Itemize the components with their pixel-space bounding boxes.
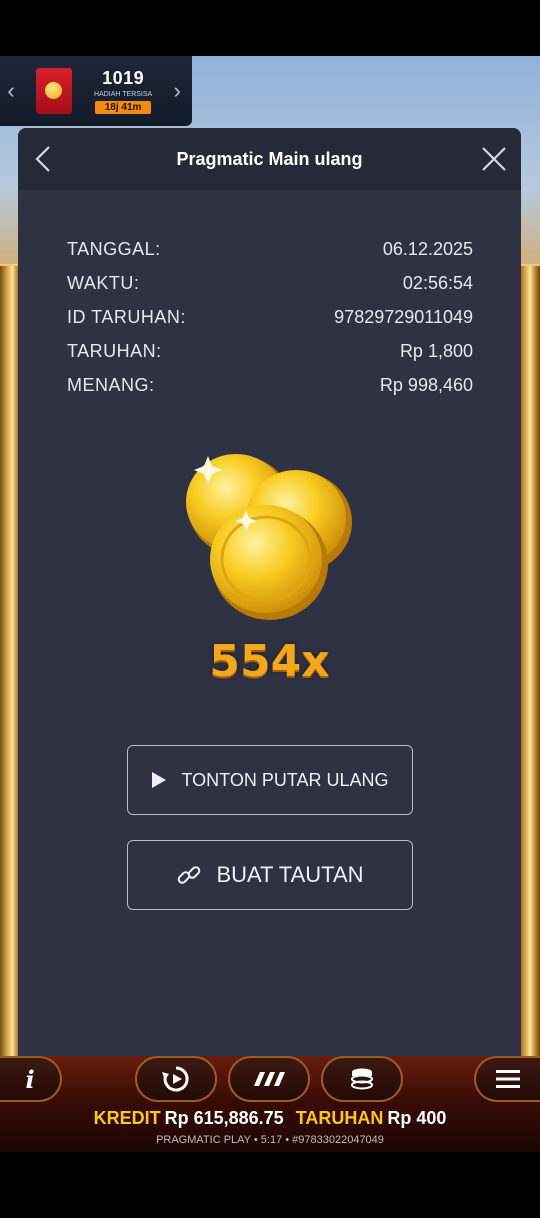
bet-details: TANGGAL: 06.12.2025 WAKTU: 02:56:54 ID T… [67, 232, 473, 402]
bet-id-row: ID TARUHAN: 97829729011049 [67, 300, 473, 334]
date-label: TANGGAL: [67, 238, 161, 259]
bet-button[interactable] [321, 1056, 403, 1102]
info-icon: i [25, 1064, 35, 1094]
provider-footer: PRAGMATIC PLAY • 5:17 • #97833022047049 [156, 1134, 384, 1146]
prize-widget[interactable]: ‹ 1019 HADIAH TERSISA 18j 41m › [0, 56, 192, 126]
bet-total-label: TARUHAN [295, 1108, 384, 1128]
bet-id-label: ID TARUHAN: [67, 306, 186, 327]
date-value: 06.12.2025 [382, 238, 473, 259]
create-link-button[interactable]: BUAT TAUTAN [127, 840, 413, 910]
red-envelope-icon [36, 68, 72, 114]
date-row: TANGGAL: 06.12.2025 [67, 232, 473, 266]
chevron-left-icon[interactable]: ‹ [0, 78, 22, 104]
modal-title: Pragmatic Main ulang [176, 148, 363, 169]
create-link-label: BUAT TAUTAN [216, 862, 364, 887]
modal-header: Pragmatic Main ulang [18, 128, 521, 190]
back-button[interactable] [30, 144, 56, 174]
menu-icon [496, 1070, 520, 1088]
replay-modal: Pragmatic Main ulang TANGGAL: 06.12.2025… [18, 128, 521, 1058]
gold-coins-icon [186, 454, 352, 620]
bet-total-value: Rp 400 [387, 1108, 447, 1128]
prize-info: 1019 HADIAH TERSISA 18j 41m [94, 68, 152, 114]
credit-value: Rp 615,886.75 [164, 1108, 284, 1128]
time-label: WAKTU: [67, 272, 140, 293]
autoplay-button[interactable] [135, 1056, 217, 1102]
autoplay-icon [162, 1066, 189, 1092]
prize-timer: 18j 41m [94, 101, 152, 114]
win-label: MENANG: [67, 374, 155, 395]
close-button[interactable] [479, 144, 509, 174]
win-value: Rp 998,460 [379, 374, 473, 395]
back-icon [35, 146, 50, 172]
bet-label: TARUHAN: [67, 340, 162, 361]
turbo-icon [254, 1072, 285, 1086]
bet-row: TARUHAN: Rp 1,800 [67, 334, 473, 368]
win-row: MENANG: Rp 998,460 [67, 368, 473, 402]
coins-stack-icon [351, 1068, 373, 1090]
link-icon [176, 862, 202, 888]
watch-replay-button[interactable]: TONTON PUTAR ULANG [127, 745, 413, 815]
prize-count: 1019 [102, 68, 145, 88]
close-icon [482, 147, 506, 171]
screen-bottom-edge [0, 1152, 540, 1218]
win-multiplier: 554x [209, 636, 330, 687]
pillar-right [518, 266, 540, 1146]
chevron-right-icon[interactable]: › [166, 78, 188, 104]
bet-id-value: 97829729011049 [334, 306, 473, 327]
bet-value: Rp 1,800 [399, 340, 473, 361]
credit-label: KREDIT [93, 1108, 161, 1128]
game-control-bar: i KREDIT Rp 615,886.75 TARUHAN Rp 400 PR… [0, 1056, 540, 1152]
menu-button[interactable] [474, 1056, 540, 1102]
info-button[interactable]: i [0, 1056, 62, 1102]
time-value: 02:56:54 [402, 272, 473, 293]
play-icon [151, 771, 167, 789]
credit-line: KREDIT Rp 615,886.75 TARUHAN Rp 400 [0, 1108, 540, 1129]
turbo-button[interactable] [228, 1056, 310, 1102]
prize-label: HADIAH TERSISA [94, 91, 153, 98]
time-row: WAKTU: 02:56:54 [67, 266, 473, 300]
watch-replay-label: TONTON PUTAR ULANG [181, 769, 389, 790]
